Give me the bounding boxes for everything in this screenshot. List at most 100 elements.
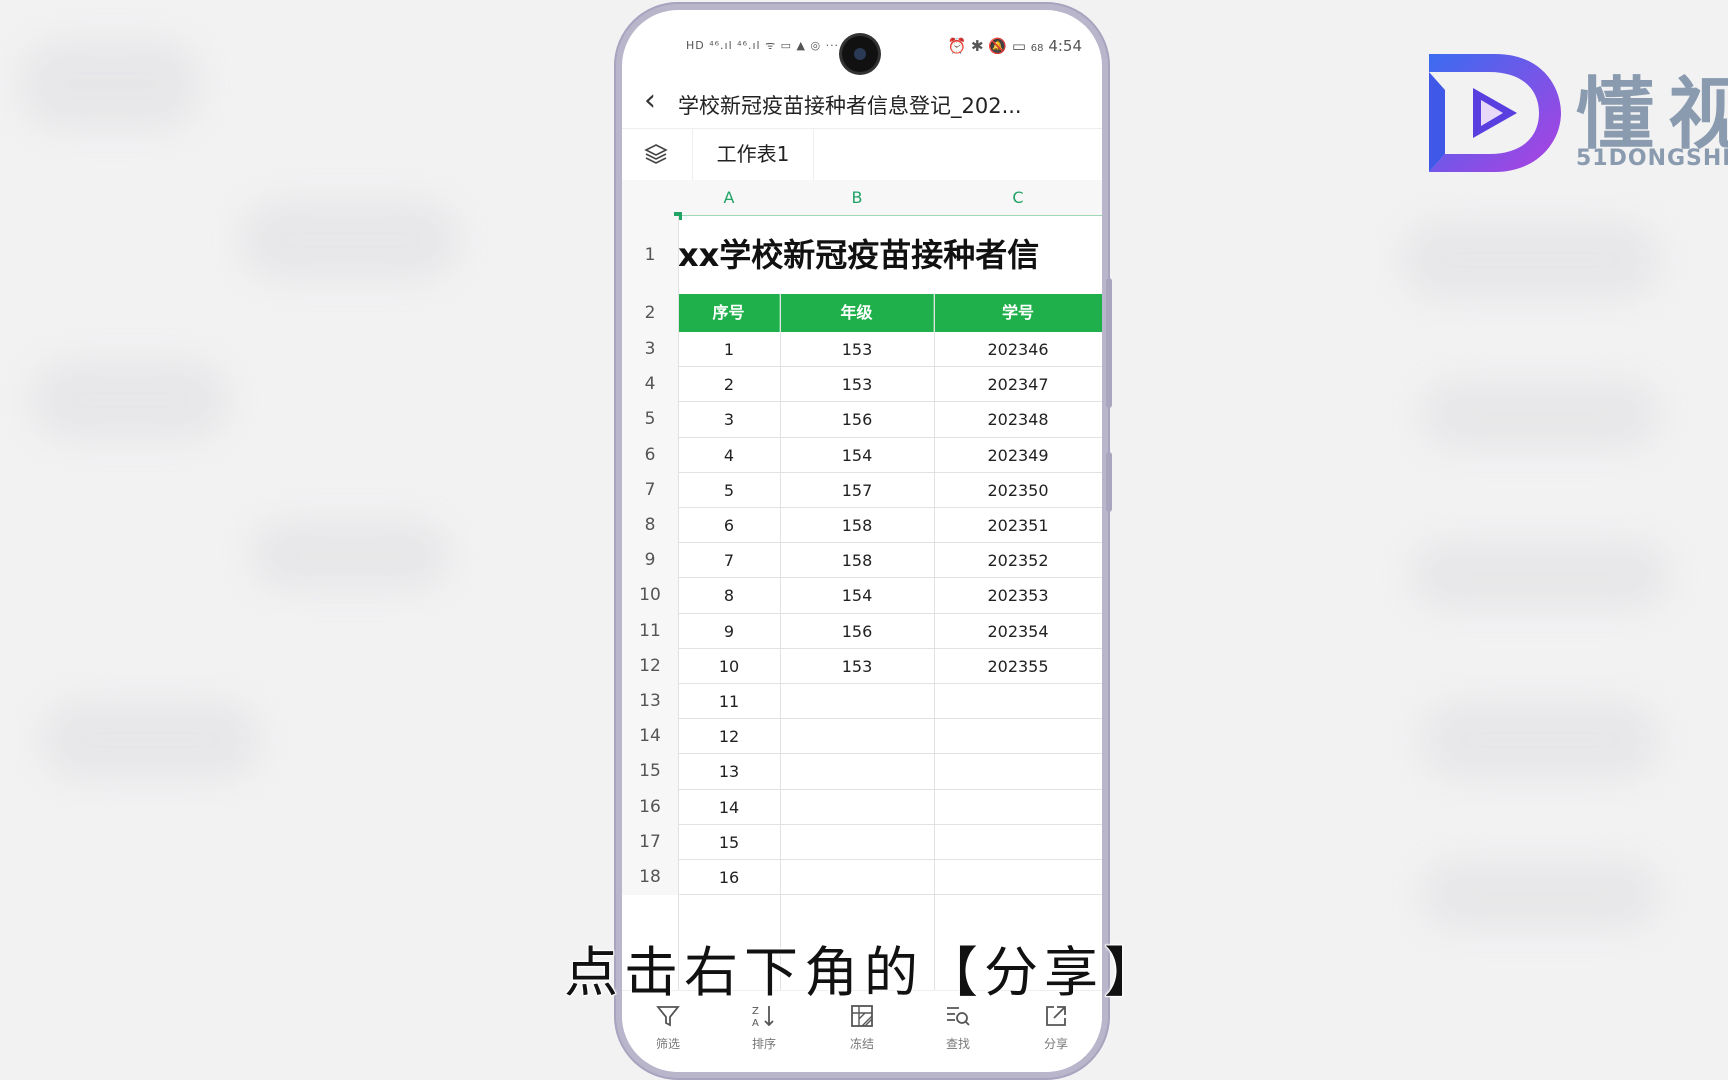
layers-icon[interactable] xyxy=(644,142,668,166)
row-header-divider xyxy=(678,216,679,990)
row-header[interactable]: 2 xyxy=(622,294,678,332)
svg-text:A: A xyxy=(752,1018,759,1029)
table-cell[interactable] xyxy=(934,684,1102,720)
table-cell[interactable]: 156 xyxy=(780,402,934,438)
header-cell-grade[interactable]: 年级 xyxy=(780,294,934,332)
row-header[interactable]: 14 xyxy=(622,719,678,755)
row-header[interactable]: 3 xyxy=(622,332,678,368)
header-cell-student-id[interactable]: 学号 xyxy=(934,294,1102,332)
table-cell[interactable] xyxy=(934,790,1102,825)
column-header-c[interactable]: C xyxy=(934,180,1102,216)
table-cell[interactable]: 154 xyxy=(780,578,934,614)
table-cell[interactable] xyxy=(780,719,934,755)
back-arrow-icon[interactable]: ‹ xyxy=(644,86,656,116)
status-right-icons: ⏰ ✱ 🔕 ▭ xyxy=(947,37,1027,55)
table-cell[interactable] xyxy=(934,825,1102,860)
table-cell[interactable]: 12 xyxy=(678,719,780,755)
table-cell[interactable]: 202348 xyxy=(934,402,1102,438)
table-cell[interactable] xyxy=(780,754,934,790)
table-cell[interactable]: 202350 xyxy=(934,473,1102,508)
volume-button xyxy=(1106,278,1112,408)
table-cell[interactable]: 158 xyxy=(780,508,934,544)
table-cell[interactable]: 6 xyxy=(678,508,780,544)
table-cell[interactable] xyxy=(780,790,934,825)
sheet-tab[interactable]: 工作表1 xyxy=(692,128,814,180)
table-cell[interactable]: 154 xyxy=(780,438,934,473)
table-cell[interactable]: 9 xyxy=(678,614,780,649)
table-cell[interactable]: 13 xyxy=(678,754,780,790)
row-header[interactable]: 1 xyxy=(622,216,678,294)
background-blur xyxy=(1420,700,1660,780)
table-cell[interactable]: 8 xyxy=(678,578,780,614)
video-subtitle: 点击右下角的【分享】 xyxy=(563,940,1164,1005)
row-header[interactable]: 8 xyxy=(622,508,678,544)
column-divider xyxy=(780,294,781,990)
table-cell[interactable]: 14 xyxy=(678,790,780,825)
table-cell[interactable]: 158 xyxy=(780,543,934,579)
table-cell[interactable] xyxy=(934,860,1102,896)
table-cell[interactable]: 202352 xyxy=(934,543,1102,579)
row-header[interactable]: 17 xyxy=(622,824,678,860)
row-header[interactable]: 9 xyxy=(622,543,678,579)
row-header[interactable]: 5 xyxy=(622,402,678,438)
table-cell[interactable]: 156 xyxy=(780,614,934,649)
sheet-title-cell[interactable]: xx学校新冠疫苗接种者信 xyxy=(678,216,1102,295)
table-cell[interactable]: 202354 xyxy=(934,614,1102,649)
row-header[interactable]: 4 xyxy=(622,367,678,403)
table-cell[interactable]: 2 xyxy=(678,367,780,403)
status-left-icons: HD ⁴⁶.ıl ⁴⁶.ıl ᯤ ▭ ▲ ◎ ··· xyxy=(686,39,840,52)
table-cell[interactable]: 3 xyxy=(678,402,780,438)
svg-text:Z: Z xyxy=(752,1006,759,1017)
table-cell[interactable]: 11 xyxy=(678,684,780,720)
row-header[interactable]: 13 xyxy=(622,684,678,720)
logo-url: 51DONGSHI.COM xyxy=(1576,146,1728,171)
table-cell[interactable] xyxy=(780,860,934,896)
table-cell[interactable] xyxy=(780,684,934,720)
table-cell[interactable]: 16 xyxy=(678,860,780,896)
table-cell[interactable]: 5 xyxy=(678,473,780,508)
phone-frame: HD ⁴⁶.ıl ⁴⁶.ıl ᯤ ▭ ▲ ◎ ··· ⏰ ✱ 🔕 ▭ 68 4:… xyxy=(614,2,1112,1080)
table-cell[interactable] xyxy=(934,719,1102,755)
table-cell[interactable] xyxy=(780,825,934,860)
table-cell[interactable]: 7 xyxy=(678,543,780,579)
table-cell[interactable]: 4 xyxy=(678,438,780,473)
table-cell[interactable] xyxy=(934,754,1102,790)
background-blur xyxy=(250,520,450,590)
row-header[interactable]: 16 xyxy=(622,789,678,825)
front-camera xyxy=(842,36,878,72)
background-blur xyxy=(1410,540,1670,610)
table-cell[interactable]: 10 xyxy=(678,649,780,684)
find-label: 查找 xyxy=(945,1037,970,1051)
table-cell[interactable]: 202346 xyxy=(934,332,1102,368)
table-cell[interactable]: 202347 xyxy=(934,367,1102,403)
power-button xyxy=(1106,452,1112,512)
row-header[interactable]: 18 xyxy=(622,860,678,896)
column-header-a[interactable]: A xyxy=(678,180,780,216)
sort-label: 排序 xyxy=(751,1037,776,1051)
row-header[interactable]: 11 xyxy=(622,613,678,649)
table-cell[interactable]: 15 xyxy=(678,825,780,860)
share-label: 分享 xyxy=(1043,1037,1068,1051)
row-header[interactable]: 12 xyxy=(622,648,678,684)
table-cell[interactable]: 153 xyxy=(780,649,934,684)
row-header[interactable]: 10 xyxy=(622,578,678,614)
table-cell[interactable]: 1 xyxy=(678,332,780,368)
column-header-b[interactable]: B xyxy=(780,180,934,216)
table-cell[interactable]: 157 xyxy=(780,473,934,508)
table-cell[interactable]: 202353 xyxy=(934,578,1102,614)
background-blur xyxy=(1400,220,1660,300)
table-cell[interactable]: 202355 xyxy=(934,649,1102,684)
table-cell[interactable]: 202349 xyxy=(934,438,1102,473)
row-header[interactable]: 7 xyxy=(622,472,678,508)
background-blur xyxy=(240,200,460,280)
row-header[interactable]: 6 xyxy=(622,437,678,473)
header-cell-serial[interactable]: 序号 xyxy=(678,294,780,332)
row-header[interactable]: 15 xyxy=(622,754,678,790)
background-blur xyxy=(20,40,200,130)
table-cell[interactable]: 202351 xyxy=(934,508,1102,544)
filter-label: 筛选 xyxy=(655,1037,680,1051)
table-cell[interactable]: 153 xyxy=(780,367,934,403)
background-blur xyxy=(30,360,230,440)
spreadsheet-grid[interactable]: A B C 1 xx学校新冠疫苗接种者信 2 序号 年级 学号 3 1 153 202… xyxy=(622,180,1102,990)
table-cell[interactable]: 153 xyxy=(780,332,934,368)
